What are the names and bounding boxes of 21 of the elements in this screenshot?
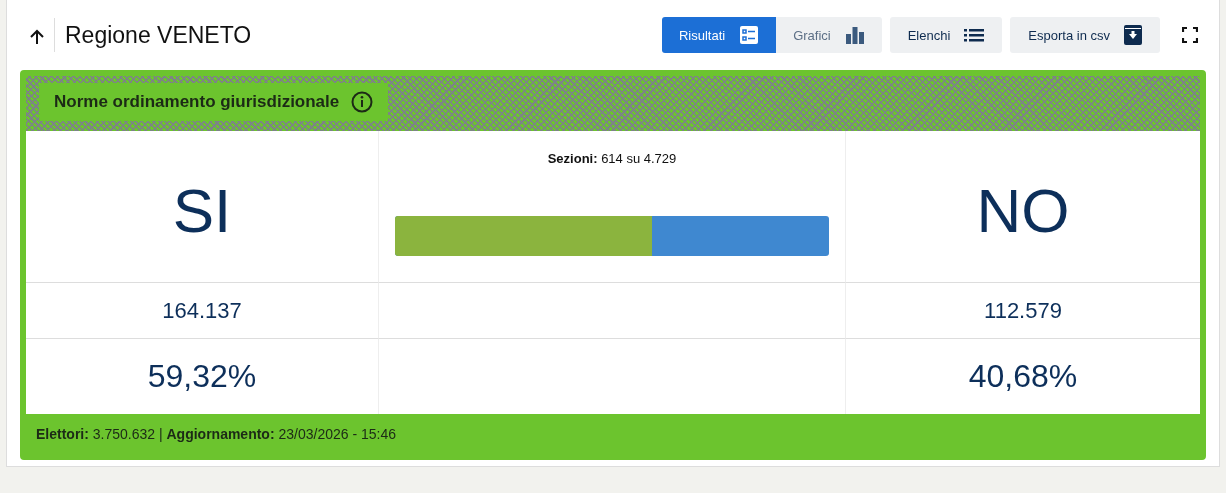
list-view-icon <box>739 25 760 45</box>
fullscreen-icon <box>1182 27 1198 43</box>
info-icon[interactable] <box>351 91 374 113</box>
vote-count: 112.579 <box>846 283 1200 339</box>
option-label: NO <box>846 131 1200 283</box>
download-box-icon <box>1124 25 1142 45</box>
footer-info: Elettori: 3.750.632 | Aggiornamento: 23/03/2026 - 15:46 <box>36 426 397 442</box>
list-icon <box>964 27 985 43</box>
vote-count: 164.137 <box>26 283 378 339</box>
view-tab[interactable]: Risultati <box>661 17 777 53</box>
toolbar-button[interactable]: Elenchi <box>889 17 1003 53</box>
question-title: Norme ordinamento giurisdizionale <box>54 92 340 112</box>
sections-count: Sezioni: 614 su 4.729 <box>547 151 677 166</box>
vote-percent: 59,32% <box>146 357 258 396</box>
vote-percent: 40,68% <box>967 357 1079 396</box>
up-arrow-icon <box>28 28 46 46</box>
view-tab[interactable]: Grafici <box>776 17 882 53</box>
bar-chart-icon <box>844 25 865 45</box>
option-label: SI <box>26 131 378 283</box>
toolbar-button[interactable]: Esporta in csv <box>1010 17 1160 53</box>
region-title: Regione VENETO <box>65 21 252 49</box>
